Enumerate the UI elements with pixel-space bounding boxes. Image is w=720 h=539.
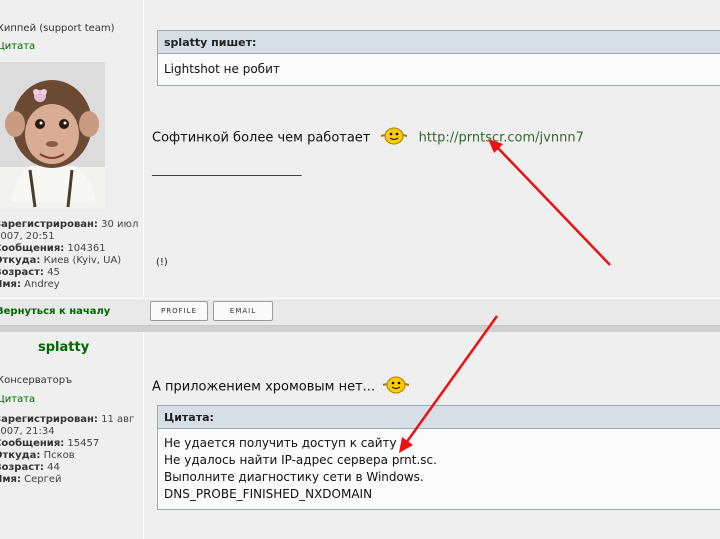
annotation-arrow-2 (399, 315, 499, 453)
